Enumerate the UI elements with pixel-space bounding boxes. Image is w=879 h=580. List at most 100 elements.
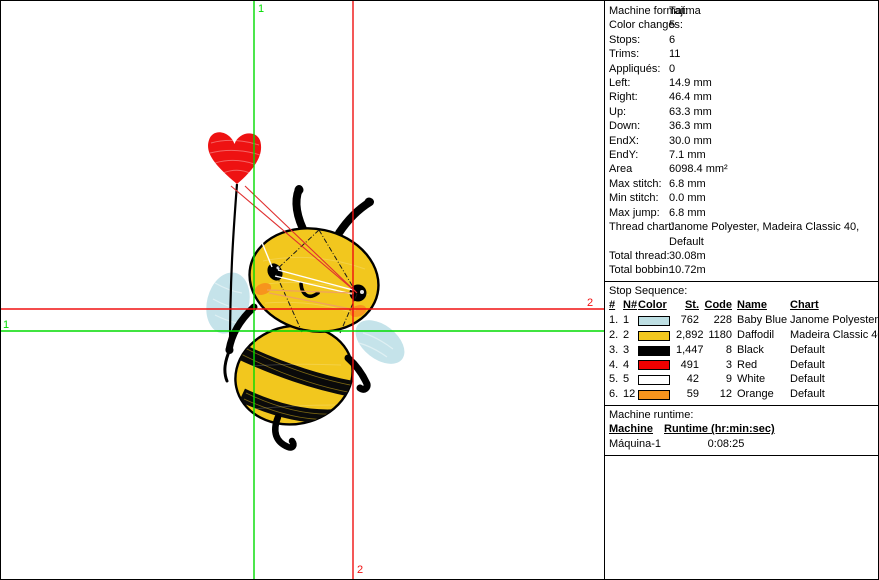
- info-label: Down:: [609, 119, 669, 133]
- thread-code: 8: [699, 343, 732, 358]
- thread-color-swatch: [638, 331, 670, 341]
- thread-chart-name: Default: [786, 387, 875, 402]
- info-row: Total bobbin: 10.72m: [609, 263, 875, 277]
- info-label: EndY:: [609, 148, 669, 162]
- start-marker-label: 1: [3, 319, 9, 331]
- info-label: Min stitch:: [609, 191, 669, 205]
- col-header-chart: Chart: [790, 299, 819, 311]
- left-wing: [200, 268, 256, 338]
- info-label: EndX:: [609, 134, 669, 148]
- info-value: 10.72m: [669, 263, 875, 277]
- info-label: Color changes:: [609, 18, 669, 32]
- info-row: EndY: 7.1 mm: [609, 148, 875, 162]
- thread-color-swatch: [638, 375, 670, 385]
- info-row: Color changes: 5: [609, 18, 875, 32]
- thread-code: 9: [699, 372, 732, 387]
- info-label: Left:: [609, 76, 669, 90]
- info-value: Default: [669, 235, 875, 249]
- info-value: 0.0 mm: [669, 191, 875, 205]
- thread-code: 228: [699, 313, 732, 328]
- col-header-n: N#: [623, 299, 637, 311]
- info-value: 14.9 mm: [669, 76, 875, 90]
- stop-sequence-row[interactable]: 3. 3 1,447 8 Black Default: [609, 343, 875, 358]
- info-label: Up:: [609, 105, 669, 119]
- thread-name: Black: [732, 343, 786, 358]
- machine-runtime-section: Machine runtime: Machine Runtime (hr:min…: [605, 406, 879, 456]
- stop-number: 4.: [609, 358, 623, 373]
- thread-chart-name: Janome Polyester: [786, 313, 878, 328]
- end-marker-label: 2: [357, 564, 363, 576]
- thread-chart-name: Default: [786, 358, 875, 373]
- stop-sequence-row[interactable]: 6. 12 59 12 Orange Default: [609, 387, 875, 402]
- info-row: Machine format: Tajima: [609, 4, 875, 18]
- bee-body: [226, 315, 362, 435]
- stop-sequence-rows: 1. 1 762 228 Baby Blue Janome Polyester …: [609, 313, 875, 402]
- info-label: Area: [609, 162, 669, 176]
- design-info-section: Machine format: Tajima Color changes: 5 …: [605, 1, 879, 282]
- heart-balloon: [208, 132, 261, 184]
- info-value: 7.1 mm: [669, 148, 875, 162]
- info-value: 6.8 mm: [669, 177, 875, 191]
- stop-sequence-row[interactable]: 5. 5 42 9 White Default: [609, 372, 875, 387]
- info-row: Trims: 11: [609, 47, 875, 61]
- info-value: Janome Polyester, Madeira Classic 40,: [669, 220, 875, 234]
- machine-runtime-title: Machine runtime:: [609, 408, 875, 423]
- info-row: Right: 46.4 mm: [609, 90, 875, 104]
- info-row: EndX: 30.0 mm: [609, 134, 875, 148]
- info-label: Max jump:: [609, 206, 669, 220]
- stop-sequence-header-row: # N# Color St. Code Name Chart: [609, 298, 875, 313]
- info-value: 6.8 mm: [669, 206, 875, 220]
- runtime-value: 0:08:25: [664, 437, 788, 452]
- info-label: Appliqués:: [609, 62, 669, 76]
- col-header-num: #: [609, 299, 615, 311]
- machine-runtime-row[interactable]: Máquina-1 0:08:25: [609, 437, 875, 452]
- end-marker-label: 2: [587, 297, 593, 309]
- thread-chart-name: Madeira Classic 40: [786, 328, 879, 343]
- info-value: Tajima: [669, 4, 875, 18]
- needle-number: 3: [623, 343, 638, 358]
- info-label: Right:: [609, 90, 669, 104]
- stop-sequence-row[interactable]: 4. 4 491 3 Red Default: [609, 358, 875, 373]
- design-canvas[interactable]: 1 2 2 1: [1, 1, 604, 579]
- needle-number: 2: [623, 328, 638, 343]
- thread-name: Baby Blue: [732, 313, 786, 328]
- info-row: Total thread: 30.08m: [609, 249, 875, 263]
- thread-code: 1180: [699, 328, 732, 343]
- stitch-count: 59: [676, 387, 699, 402]
- thread-name: Orange: [732, 387, 786, 402]
- info-row: Thread chart: Janome Polyester, Madeira …: [609, 220, 875, 234]
- info-label: Machine format:: [609, 4, 669, 18]
- thread-name: White: [732, 372, 786, 387]
- stop-sequence-title: Stop Sequence:: [609, 284, 875, 299]
- thread-name: Daffodil: [732, 328, 786, 343]
- needle-number: 4: [623, 358, 638, 373]
- info-value: 6098.4 mm²: [669, 162, 875, 176]
- info-row: Stops: 6: [609, 33, 875, 47]
- info-label: Stops:: [609, 33, 669, 47]
- embroidery-app-window: 1 2 2 1 Machine format:: [0, 0, 879, 580]
- stop-number: 3.: [609, 343, 623, 358]
- info-row: Min stitch: 0.0 mm: [609, 191, 875, 205]
- stitch-count: 42: [676, 372, 699, 387]
- info-row: Appliqués: 0: [609, 62, 875, 76]
- stop-sequence-section: Stop Sequence: # N# Color St. Code Name …: [605, 282, 879, 406]
- stop-sequence-row[interactable]: 1. 1 762 228 Baby Blue Janome Polyester: [609, 313, 875, 328]
- info-label: Trims:: [609, 47, 669, 61]
- bee-design-drawing: 1 2 2 1: [1, 1, 604, 579]
- stop-sequence-row[interactable]: 2. 2 2,892 1180 Daffodil Madeira Classic…: [609, 328, 875, 343]
- thread-color-swatch: [638, 346, 670, 356]
- info-row: Down: 36.3 mm: [609, 119, 875, 133]
- col-header-name: Name: [737, 299, 767, 311]
- info-label: Total bobbin:: [609, 263, 669, 277]
- info-value: 11: [669, 47, 875, 61]
- needle-number: 5: [623, 372, 638, 387]
- info-value: 0: [669, 62, 875, 76]
- info-value: 5: [669, 18, 875, 32]
- thread-code: 3: [699, 358, 732, 373]
- thread-chart-name: Default: [786, 372, 875, 387]
- stop-number: 6.: [609, 387, 623, 402]
- machine-runtime-rows: Máquina-1 0:08:25: [609, 437, 875, 452]
- thread-color-swatch: [638, 316, 670, 326]
- thread-chart-name: Default: [786, 343, 875, 358]
- start-marker-label: 1: [258, 3, 264, 15]
